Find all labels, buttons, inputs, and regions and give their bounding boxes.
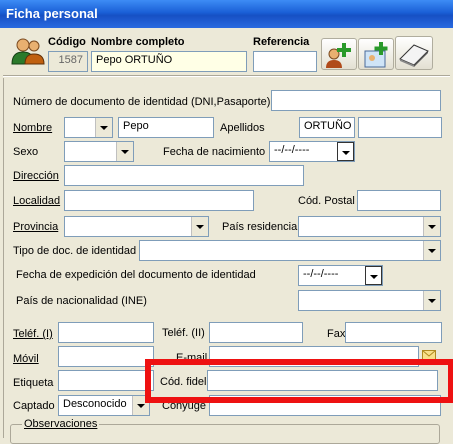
referencia-label: Referencia [253, 36, 310, 48]
chevron-down-icon[interactable] [337, 142, 354, 161]
apellido2-field[interactable] [358, 117, 442, 138]
tipo-doc-label: Tipo de doc. de identidad [13, 245, 137, 257]
sexo-label: Sexo [13, 146, 39, 158]
captado-select[interactable]: Desconocido [58, 395, 150, 416]
direccion-field[interactable] [64, 165, 304, 186]
telefono1-field[interactable] [58, 322, 154, 343]
fecha-nacimiento-label: Fecha de nacimiento [163, 146, 266, 158]
pais-nacionalidad-select[interactable] [298, 290, 441, 311]
fecha-expedicion-picker[interactable]: --/--/---- [298, 265, 383, 286]
cod-postal-field[interactable] [357, 190, 441, 211]
telefono2-field[interactable] [209, 322, 303, 343]
scanner-button[interactable] [395, 36, 433, 70]
tipo-doc-select[interactable] [139, 240, 441, 261]
title-bar: Ficha personal [0, 0, 453, 28]
add-person-icon [326, 43, 351, 68]
chevron-down-icon[interactable] [95, 118, 112, 137]
localidad-field[interactable] [64, 190, 254, 211]
chevron-down-icon[interactable] [116, 142, 133, 161]
nombre-completo-label: Nombre completo [91, 36, 185, 48]
codigo-label: Código [48, 36, 86, 48]
apellido1-field[interactable]: ORTUÑO [299, 117, 355, 138]
add-card-button[interactable] [358, 38, 394, 70]
scanner-icon [399, 44, 429, 67]
fax-field[interactable] [345, 322, 442, 343]
chevron-down-icon[interactable] [365, 266, 382, 285]
window-title: Ficha personal [6, 6, 98, 21]
movil-field[interactable] [58, 346, 154, 367]
documento-label: Número de documento de identidad (DNI,Pa… [13, 96, 271, 108]
captado-value: Desconocido [63, 398, 127, 410]
referencia-field[interactable] [253, 51, 317, 72]
sexo-select[interactable] [64, 141, 134, 162]
nombre-label: Nombre [13, 122, 53, 134]
observaciones-label: Observaciones [22, 418, 100, 430]
provincia-label: Provincia [13, 221, 59, 233]
fecha-nacimiento-picker[interactable]: --/--/---- [269, 141, 355, 162]
add-person-button[interactable] [321, 38, 357, 70]
chevron-down-icon[interactable] [191, 217, 208, 236]
pais-residencia-label: País residencia [222, 221, 298, 233]
provincia-select[interactable] [64, 216, 209, 237]
nombre-completo-field[interactable]: Pepo ORTUÑO [91, 51, 247, 72]
pais-nacionalidad-label: País de nacionalidad (INE) [16, 295, 147, 307]
apellidos-label: Apellidos [220, 122, 265, 134]
fecha-expedicion-value: --/--/---- [303, 268, 339, 280]
captado-label: Captado [13, 400, 55, 412]
highlight-box [145, 359, 453, 403]
chevron-down-icon[interactable] [423, 241, 440, 260]
separator [3, 75, 450, 77]
telefono1-label: Teléf. (I) [13, 328, 53, 340]
fax-label: Fax [327, 328, 346, 340]
person-icon [11, 38, 45, 65]
nombre-field[interactable]: Pepo [118, 117, 214, 138]
add-card-icon [364, 42, 388, 68]
movil-label: Móvil [13, 353, 39, 365]
localidad-label: Localidad [13, 195, 61, 207]
pais-residencia-select[interactable] [298, 216, 441, 237]
codigo-field: 1587 [48, 51, 88, 72]
chevron-down-icon[interactable] [423, 291, 440, 310]
fecha-expedicion-label: Fecha de expedición del documento de ide… [16, 269, 256, 281]
chevron-down-icon[interactable] [423, 217, 440, 236]
cod-postal-label: Cód. Postal [298, 195, 355, 207]
etiqueta-field[interactable] [58, 370, 154, 391]
telefono2-label: Teléf. (II) [162, 327, 205, 339]
documento-field[interactable] [271, 90, 441, 111]
tratamiento-select[interactable] [64, 117, 113, 138]
direccion-label: Dirección [13, 170, 59, 182]
fecha-nacimiento-value: --/--/---- [274, 144, 310, 156]
etiqueta-label: Etiqueta [13, 377, 54, 389]
